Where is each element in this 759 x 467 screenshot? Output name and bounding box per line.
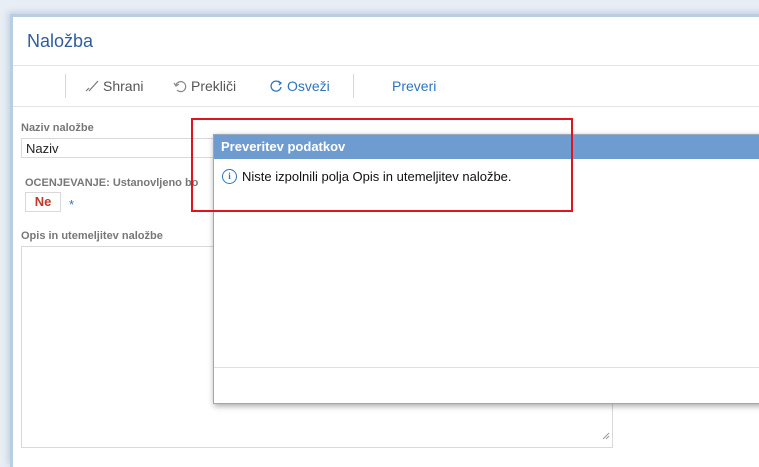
check-label: Preveri xyxy=(392,78,437,94)
name-field[interactable]: Naziv xyxy=(21,138,221,158)
info-icon: i xyxy=(222,169,237,184)
description-label: Opis in utemeljitev naložbe xyxy=(21,230,163,242)
validation-dialog: Preveritev podatkov i Niste izpolnili po… xyxy=(213,134,759,404)
page-title: Naložba xyxy=(27,31,94,51)
assessment-toggle[interactable]: Ne xyxy=(25,192,61,212)
assessment-label: OCENJEVANJE: Ustanovljeno bo xyxy=(25,177,199,189)
required-mark: * xyxy=(69,197,75,212)
dialog-footer-divider xyxy=(214,367,759,368)
check-button[interactable]: Preveri xyxy=(392,78,436,94)
save-button[interactable]: Shrani xyxy=(85,78,143,94)
toolbar: Shrani Prekliči Osveži Preveri xyxy=(13,66,759,106)
toolbar-divider xyxy=(65,74,66,98)
refresh-button[interactable]: Osveži xyxy=(269,78,330,94)
dialog-title[interactable]: Preveritev podatkov xyxy=(214,135,759,159)
toolbar-divider-bottom xyxy=(13,106,759,107)
refresh-label: Osveži xyxy=(287,78,330,94)
cancel-label: Prekliči xyxy=(191,78,237,94)
save-label: Shrani xyxy=(103,78,144,94)
refresh-icon xyxy=(269,79,283,93)
toolbar-divider xyxy=(353,74,354,98)
resize-grip-icon[interactable] xyxy=(602,427,610,445)
checkmark-icon xyxy=(85,79,99,93)
cancel-button[interactable]: Prekliči xyxy=(173,78,236,94)
dialog-message: i Niste izpolnili polja Opis in utemelji… xyxy=(222,169,512,184)
name-label: Naziv naložbe xyxy=(21,122,94,134)
undo-icon xyxy=(173,79,187,93)
dialog-message-text: Niste izpolnili polja Opis in utemeljite… xyxy=(242,169,512,184)
